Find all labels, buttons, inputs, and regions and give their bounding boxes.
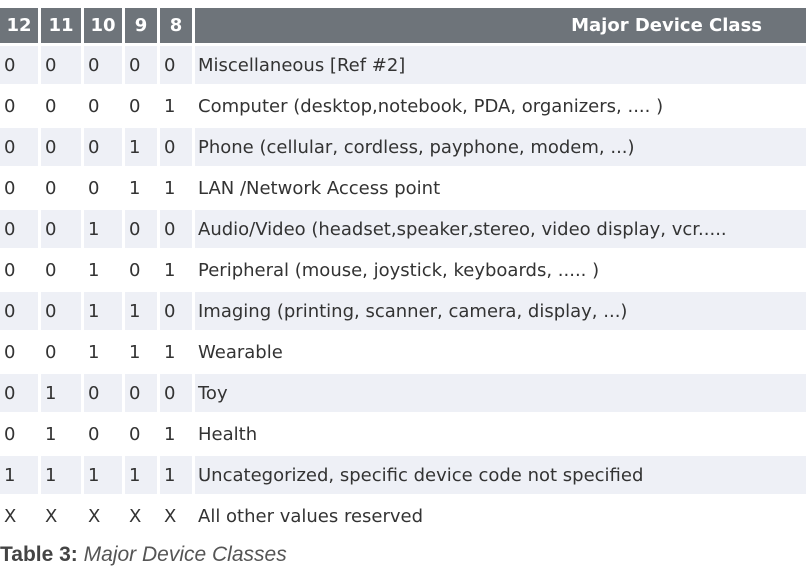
bit-cell: 0 — [125, 251, 157, 289]
table-row: 0 0 0 1 1 LAN /Network Access point — [0, 169, 806, 207]
device-class-description: Toy — [195, 374, 806, 412]
header-bit-8: 8 — [160, 8, 192, 43]
bit-cell: 0 — [160, 374, 192, 412]
bit-cell: 0 — [160, 292, 192, 330]
bit-cell: 1 — [125, 292, 157, 330]
device-class-description: Computer (desktop,notebook, PDA, organiz… — [195, 87, 806, 125]
header-major-device-class: Major Device Class — [195, 8, 806, 43]
table-row: 0 0 0 1 0 Phone (cellular, cordless, pay… — [0, 128, 806, 166]
table-row: 0 0 1 0 0 Audio/Video (headset,speaker,s… — [0, 210, 806, 248]
header-bit-9: 9 — [125, 8, 157, 43]
device-class-description: Uncategorized, specific device code not … — [195, 456, 806, 494]
bit-cell: 1 — [125, 169, 157, 207]
table-row: 0 0 1 1 1 Wearable — [0, 333, 806, 371]
bit-cell: X — [160, 497, 192, 535]
table-row: 0 0 0 0 0 Miscellaneous [Ref #2] — [0, 46, 806, 84]
bit-cell: X — [125, 497, 157, 535]
bit-cell: 0 — [84, 415, 122, 453]
bit-cell: 1 — [84, 292, 122, 330]
device-class-description: Phone (cellular, cordless, payphone, mod… — [195, 128, 806, 166]
header-bit-10: 10 — [84, 8, 122, 43]
bit-cell: 0 — [160, 128, 192, 166]
bit-cell: 1 — [41, 415, 81, 453]
table-header-row: 12 11 10 9 8 Major Device Class — [0, 8, 806, 43]
bit-cell: 0 — [0, 292, 38, 330]
device-class-description: Peripheral (mouse, joystick, keyboards, … — [195, 251, 806, 289]
bit-cell: X — [0, 497, 38, 535]
major-device-class-table: 12 11 10 9 8 Major Device Class 0 0 0 0 … — [0, 5, 806, 538]
bit-cell: 1 — [160, 169, 192, 207]
bit-cell: 1 — [84, 456, 122, 494]
bit-cell: X — [41, 497, 81, 535]
bit-cell: 0 — [160, 210, 192, 248]
bit-cell: 0 — [0, 415, 38, 453]
bit-cell: 0 — [160, 46, 192, 84]
table-row: 0 0 1 0 1 Peripheral (mouse, joystick, k… — [0, 251, 806, 289]
bit-cell: 0 — [0, 87, 38, 125]
bit-cell: 1 — [84, 210, 122, 248]
bit-cell: 0 — [41, 210, 81, 248]
bit-cell: 0 — [125, 415, 157, 453]
table-row: 0 0 1 1 0 Imaging (printing, scanner, ca… — [0, 292, 806, 330]
table-row: 0 1 0 0 0 Toy — [0, 374, 806, 412]
bit-cell: 1 — [0, 456, 38, 494]
bit-cell: 0 — [0, 251, 38, 289]
bit-cell: 0 — [84, 87, 122, 125]
bit-cell: 0 — [125, 87, 157, 125]
device-class-description: All other values reserved — [195, 497, 806, 535]
caption-text: Major Device Classes — [83, 543, 287, 566]
table-row: 1 1 1 1 1 Uncategorized, specific device… — [0, 456, 806, 494]
bit-cell: 0 — [0, 374, 38, 412]
bit-cell: X — [84, 497, 122, 535]
bit-cell: 0 — [0, 46, 38, 84]
bit-cell: 0 — [84, 46, 122, 84]
device-class-description: Wearable — [195, 333, 806, 371]
bit-cell: 0 — [41, 292, 81, 330]
bit-cell: 0 — [41, 87, 81, 125]
bit-cell: 1 — [160, 87, 192, 125]
bit-cell: 0 — [41, 128, 81, 166]
bit-cell: 1 — [84, 333, 122, 371]
header-bit-12: 12 — [0, 8, 38, 43]
bit-cell: 0 — [125, 210, 157, 248]
device-class-description: LAN /Network Access point — [195, 169, 806, 207]
bit-cell: 0 — [0, 333, 38, 371]
bit-cell: 1 — [125, 456, 157, 494]
table-row: X X X X X All other values reserved — [0, 497, 806, 535]
bit-cell: 1 — [41, 456, 81, 494]
table-row: 0 0 0 0 1 Computer (desktop,notebook, PD… — [0, 87, 806, 125]
bit-cell: 1 — [160, 415, 192, 453]
bit-cell: 1 — [41, 374, 81, 412]
device-class-description: Health — [195, 415, 806, 453]
bit-cell: 0 — [84, 374, 122, 412]
table-caption: Table 3: Major Device Classes — [0, 543, 287, 567]
bit-cell: 1 — [84, 251, 122, 289]
bit-cell: 0 — [41, 169, 81, 207]
bit-cell: 0 — [84, 169, 122, 207]
header-bit-11: 11 — [41, 8, 81, 43]
bit-cell: 0 — [0, 210, 38, 248]
device-class-description: Miscellaneous [Ref #2] — [195, 46, 806, 84]
device-class-description: Audio/Video (headset,speaker,stereo, vid… — [195, 210, 806, 248]
bit-cell: 1 — [160, 333, 192, 371]
caption-label: Table 3: — [0, 543, 78, 566]
bit-cell: 0 — [0, 128, 38, 166]
bit-cell: 1 — [125, 333, 157, 371]
bit-cell: 0 — [125, 46, 157, 84]
bit-cell: 0 — [41, 46, 81, 84]
bit-cell: 0 — [125, 374, 157, 412]
bit-cell: 0 — [84, 128, 122, 166]
bit-cell: 1 — [160, 251, 192, 289]
table-row: 0 1 0 0 1 Health — [0, 415, 806, 453]
bit-cell: 0 — [0, 169, 38, 207]
bit-cell: 0 — [41, 333, 81, 371]
bit-cell: 1 — [160, 456, 192, 494]
device-class-description: Imaging (printing, scanner, camera, disp… — [195, 292, 806, 330]
bit-cell: 1 — [125, 128, 157, 166]
bit-cell: 0 — [41, 251, 81, 289]
